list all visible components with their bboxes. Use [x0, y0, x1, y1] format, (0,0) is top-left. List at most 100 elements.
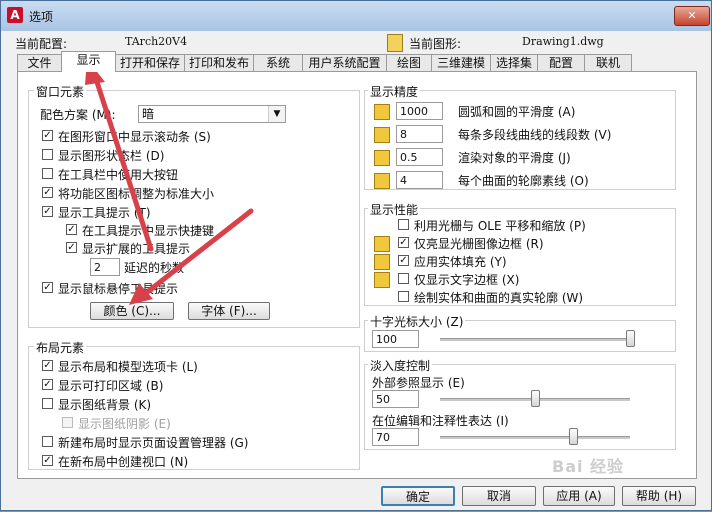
- large-buttons-checkbox[interactable]: [42, 168, 53, 179]
- contour-lines-label: 每个曲面的轮廓素线 (O): [458, 174, 589, 188]
- drawing-setting-icon: [374, 254, 390, 270]
- raster-frame-checkbox[interactable]: [398, 237, 409, 248]
- arc-smoothness-label: 圆弧和圆的平滑度 (A): [458, 105, 576, 119]
- crosshair-slider-thumb[interactable]: [626, 330, 635, 347]
- solid-fill-checkbox[interactable]: [398, 255, 409, 266]
- drawing-setting-icon: [374, 173, 390, 189]
- xref-fade-input[interactable]: 50: [372, 390, 419, 408]
- drawing-setting-icon: [374, 150, 390, 166]
- text-boundary-label: 仅显示文字边框 (X): [414, 273, 520, 287]
- tab-drafting[interactable]: 绘图: [386, 54, 432, 71]
- crosshair-size-title: 十字光标大小 (Z): [368, 313, 466, 330]
- tab-display[interactable]: 显示: [61, 51, 116, 72]
- true-silhouette-label: 绘制实体和曲面的真实轮廓 (W): [414, 291, 584, 305]
- raster-frame-label: 仅亮显光栅图像边框 (R): [414, 237, 544, 251]
- tab-user-preferences[interactable]: 用户系统配置: [302, 54, 387, 71]
- display-performance-title: 显示性能: [368, 201, 421, 218]
- page-setup-manager-checkbox[interactable]: [42, 436, 53, 447]
- show-scrollbars-checkbox[interactable]: [42, 130, 53, 141]
- current-config-label: 当前配置:: [15, 37, 68, 51]
- create-viewport-checkbox[interactable]: [42, 455, 53, 466]
- tab-online[interactable]: 联机: [584, 54, 632, 71]
- tab-profiles[interactable]: 配置: [537, 54, 585, 71]
- tooltip-delay-label: 延迟的秒数: [124, 261, 185, 275]
- extended-tooltip-checkbox[interactable]: [66, 242, 77, 253]
- paper-shadow-label: 显示图纸阴影 (E): [78, 417, 171, 431]
- ribbon-icon-size-label: 将功能区图标调整为标准大小: [58, 187, 215, 201]
- options-dialog: A 选项 ✕ 当前配置: TArch20V4 当前图形: Drawing1.dw…: [0, 0, 712, 511]
- tooltip-shortcut-checkbox[interactable]: [66, 224, 77, 235]
- drawing-setting-icon: [374, 104, 390, 120]
- drawing-setting-icon: [374, 236, 390, 252]
- inplace-fade-slider-track[interactable]: [440, 436, 630, 439]
- paper-shadow-checkbox[interactable]: [62, 417, 73, 428]
- window-elements-title: 窗口元素: [34, 83, 87, 100]
- layout-elements-title: 布局元素: [34, 339, 87, 356]
- page-setup-manager-label: 新建布局时显示页面设置管理器 (G): [58, 436, 249, 450]
- paper-background-checkbox[interactable]: [42, 398, 53, 409]
- raster-ole-label: 利用光栅与 OLE 平移和缩放 (P): [414, 219, 586, 233]
- close-button[interactable]: ✕: [674, 6, 710, 26]
- raster-ole-checkbox[interactable]: [398, 219, 409, 230]
- crosshair-slider-track[interactable]: [440, 338, 630, 341]
- inplace-fade-slider-thumb[interactable]: [569, 428, 578, 445]
- current-config-value: TArch20V4: [125, 35, 188, 48]
- polyline-segments-label: 每条多段线曲线的线段数 (V): [458, 128, 612, 142]
- printable-area-checkbox[interactable]: [42, 379, 53, 390]
- fonts-button[interactable]: 字体 (F)...: [188, 302, 270, 320]
- layout-model-tabs-checkbox[interactable]: [42, 360, 53, 371]
- render-smoothness-input[interactable]: 0.5: [396, 148, 443, 166]
- title-bar: A 选项 ✕: [1, 1, 711, 31]
- contour-lines-input[interactable]: 4: [396, 171, 443, 189]
- help-button[interactable]: 帮助 (H): [622, 486, 696, 506]
- true-silhouette-checkbox[interactable]: [398, 291, 409, 302]
- printable-area-label: 显示可打印区域 (B): [58, 379, 164, 393]
- cancel-button[interactable]: 取消: [462, 486, 536, 506]
- current-drawing-value: Drawing1.dwg: [522, 35, 604, 48]
- tooltip-shortcut-label: 在工具提示中显示快捷键: [82, 224, 215, 238]
- xref-fade-label: 外部参照显示 (E): [372, 376, 465, 390]
- chevron-down-icon[interactable]: ▼: [268, 106, 285, 122]
- current-drawing-label: 当前图形:: [409, 37, 462, 51]
- layout-model-tabs-label: 显示布局和模型选项卡 (L): [58, 360, 198, 374]
- show-tooltips-checkbox[interactable]: [42, 206, 53, 217]
- color-scheme-select[interactable]: 暗 ▼: [138, 105, 286, 123]
- show-status-bar-checkbox[interactable]: [42, 149, 53, 160]
- display-resolution-title: 显示精度: [368, 83, 421, 100]
- show-scrollbars-label: 在图形窗口中显示滚动条 (S): [58, 130, 211, 144]
- display-tab-panel: 窗口元素 配色方案 (M): 暗 ▼ 在图形窗口中显示滚动条 (S) 显示图形状…: [17, 71, 697, 479]
- crosshair-size-input[interactable]: 100: [372, 330, 419, 348]
- tab-3d-modeling[interactable]: 三维建模: [431, 54, 491, 71]
- colors-button[interactable]: 颜色 (C)...: [90, 302, 174, 320]
- tab-open-save[interactable]: 打开和保存: [115, 54, 185, 71]
- tab-selection[interactable]: 选择集: [490, 54, 538, 71]
- xref-fade-slider-thumb[interactable]: [531, 390, 540, 407]
- tab-system[interactable]: 系统: [253, 54, 303, 71]
- show-tooltips-label: 显示工具提示 (T): [58, 206, 151, 220]
- ribbon-icon-size-checkbox[interactable]: [42, 187, 53, 198]
- window-title: 选项: [29, 10, 54, 24]
- hover-tooltip-checkbox[interactable]: [42, 282, 53, 293]
- large-buttons-label: 在工具栏中使用大按钮: [58, 168, 179, 182]
- color-scheme-value: 暗: [142, 107, 155, 121]
- fade-control-title: 淡入度控制: [368, 357, 433, 374]
- inplace-fade-label: 在位编辑和注释性表达 (I): [372, 414, 509, 428]
- ok-button[interactable]: 确定: [381, 486, 455, 506]
- drawing-setting-icon: [374, 127, 390, 143]
- drawing-file-icon: [387, 34, 403, 52]
- arc-smoothness-input[interactable]: 1000: [396, 102, 443, 120]
- text-boundary-checkbox[interactable]: [398, 273, 409, 284]
- tab-files[interactable]: 文件: [17, 54, 62, 71]
- paper-background-label: 显示图纸背景 (K): [58, 398, 152, 412]
- extended-tooltip-label: 显示扩展的工具提示: [82, 242, 191, 256]
- tab-plot-publish[interactable]: 打印和发布: [184, 54, 254, 71]
- create-viewport-label: 在新布局中创建视口 (N): [58, 455, 189, 469]
- tooltip-delay-input[interactable]: 2: [90, 258, 120, 276]
- inplace-fade-input[interactable]: 70: [372, 428, 419, 446]
- apply-button[interactable]: 应用 (A): [543, 486, 615, 506]
- polyline-segments-input[interactable]: 8: [396, 125, 443, 143]
- show-status-bar-label: 显示图形状态栏 (D): [58, 149, 165, 163]
- render-smoothness-label: 渲染对象的平滑度 (J): [458, 151, 571, 165]
- solid-fill-label: 应用实体填充 (Y): [414, 255, 507, 269]
- autocad-app-icon: A: [7, 7, 23, 23]
